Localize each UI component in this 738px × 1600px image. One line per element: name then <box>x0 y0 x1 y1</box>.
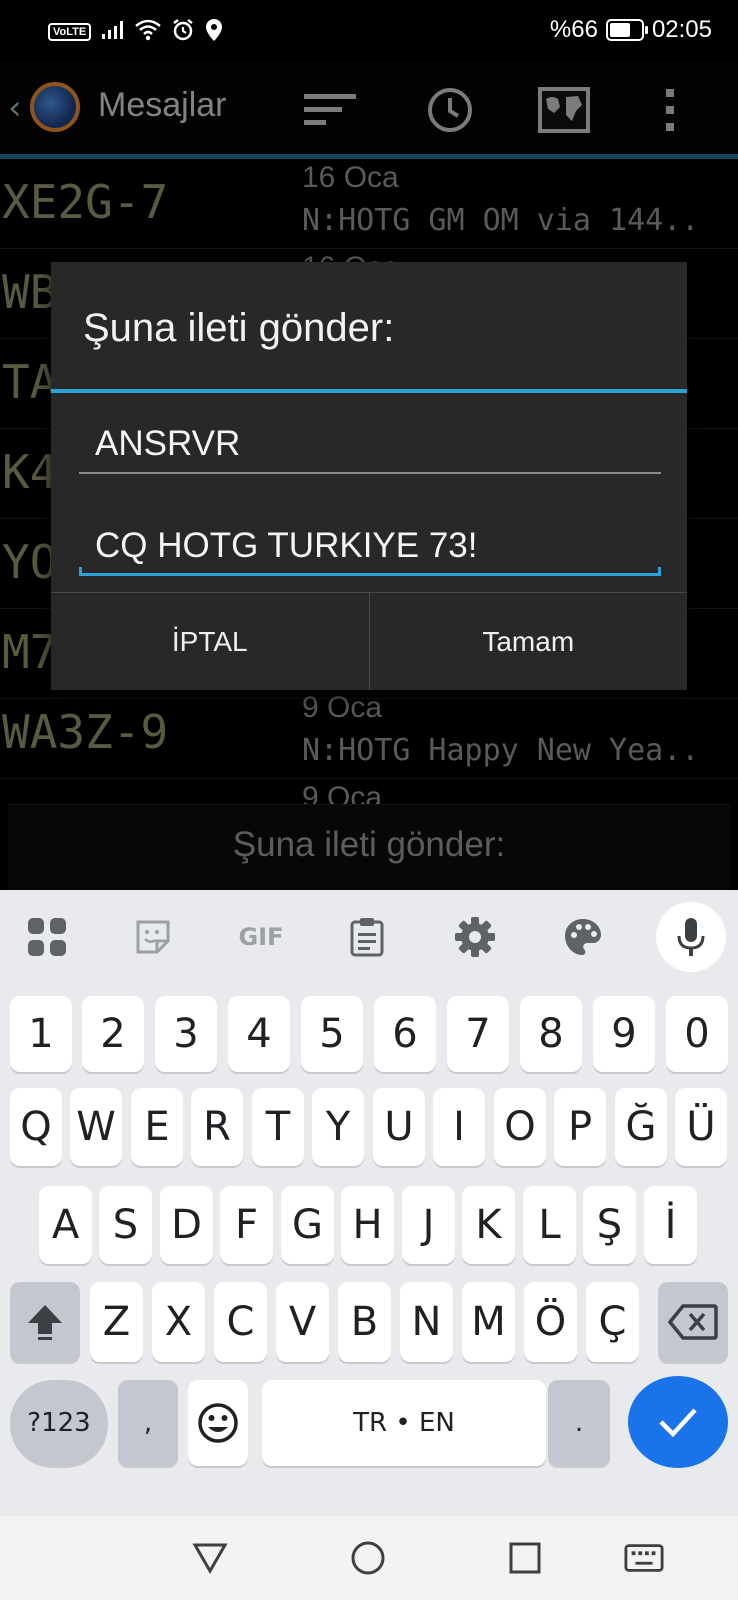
recipient-field[interactable]: ANSRVR <box>79 416 661 474</box>
alarm-icon <box>171 18 195 46</box>
enter-key[interactable] <box>628 1376 728 1468</box>
key-4[interactable]: 4 <box>228 996 290 1072</box>
volte-badge: VoLTE <box>48 23 92 41</box>
message-underline <box>79 567 661 576</box>
key-y[interactable]: Y <box>312 1088 364 1166</box>
key-w[interactable]: W <box>70 1088 122 1166</box>
key-t[interactable]: T <box>252 1088 304 1166</box>
key-r[interactable]: R <box>191 1088 243 1166</box>
key-c[interactable]: C <box>214 1282 267 1362</box>
key-8[interactable]: 8 <box>520 996 582 1072</box>
key-u-umlaut[interactable]: Ü <box>675 1088 727 1166</box>
key-o-umlaut[interactable]: Ö <box>524 1282 577 1362</box>
checkmark-icon <box>659 1408 697 1438</box>
keyboard-toolbar: GIF <box>0 890 738 982</box>
dialog-title-divider <box>51 389 687 393</box>
recents-square-icon[interactable] <box>505 1538 545 1578</box>
key-x[interactable]: X <box>152 1282 205 1362</box>
soft-keyboard: GIF 1 2 3 4 5 6 7 8 9 0 Q W E R T Y U I … <box>0 890 738 1516</box>
key-9[interactable]: 9 <box>593 996 655 1072</box>
key-v[interactable]: V <box>276 1282 329 1362</box>
backspace-key[interactable] <box>658 1282 728 1362</box>
battery-icon <box>605 19 648 41</box>
palette-icon[interactable] <box>548 902 618 972</box>
recipient-underline <box>79 472 661 474</box>
key-s[interactable]: S <box>99 1186 152 1264</box>
key-3[interactable]: 3 <box>155 996 217 1072</box>
key-h[interactable]: H <box>341 1186 394 1264</box>
key-s-cedilla[interactable]: Ş <box>583 1186 636 1264</box>
key-o[interactable]: O <box>494 1088 546 1166</box>
emoji-icon <box>198 1403 238 1443</box>
key-z[interactable]: Z <box>90 1282 143 1362</box>
key-7[interactable]: 7 <box>447 996 509 1072</box>
key-i-dotless[interactable]: I <box>433 1088 485 1166</box>
wifi-icon <box>135 19 162 45</box>
send-message-dialog: Şuna ileti gönder: ANSRVR CQ HOTG TURKIY… <box>51 262 687 690</box>
gif-button[interactable]: GIF <box>226 902 296 972</box>
key-e[interactable]: E <box>131 1088 183 1166</box>
key-6[interactable]: 6 <box>374 996 436 1072</box>
shift-icon <box>28 1305 62 1340</box>
key-c-cedilla[interactable]: Ç <box>586 1282 639 1362</box>
navigation-bar <box>0 1516 738 1600</box>
symbols-key[interactable]: ?123 <box>10 1380 108 1466</box>
comma-key[interactable]: , <box>118 1380 178 1466</box>
key-5[interactable]: 5 <box>301 996 363 1072</box>
key-a[interactable]: A <box>39 1186 92 1264</box>
key-i-dotted[interactable]: İ <box>644 1186 697 1264</box>
emoji-key[interactable] <box>188 1380 248 1466</box>
backspace-icon <box>668 1304 718 1340</box>
back-triangle-icon[interactable] <box>190 1538 230 1578</box>
cancel-button[interactable]: İPTAL <box>51 593 369 690</box>
key-2[interactable]: 2 <box>82 996 144 1072</box>
key-q[interactable]: Q <box>10 1088 62 1166</box>
message-field[interactable]: CQ HOTG TURKIYE 73! <box>79 518 661 576</box>
clipboard-icon[interactable] <box>332 902 402 972</box>
key-m[interactable]: M <box>462 1282 515 1362</box>
recipient-value: ANSRVR <box>95 424 241 463</box>
key-1[interactable]: 1 <box>10 996 72 1072</box>
dialog-buttons: İPTAL Tamam <box>51 592 687 690</box>
dialog-title: Şuna ileti gönder: <box>83 306 395 350</box>
key-g-breve[interactable]: Ğ <box>615 1088 667 1166</box>
apps-grid-icon[interactable] <box>12 902 82 972</box>
microphone-icon[interactable] <box>656 902 726 972</box>
status-bar: VoLTE %66 02:05 <box>0 0 738 62</box>
ok-button[interactable]: Tamam <box>368 593 688 690</box>
key-p[interactable]: P <box>554 1088 606 1166</box>
home-circle-icon[interactable] <box>348 1538 388 1578</box>
battery-percent: %66 <box>549 16 598 43</box>
signal-icon <box>101 20 125 44</box>
keyboard-switch-icon[interactable] <box>624 1538 664 1578</box>
key-j[interactable]: J <box>402 1186 455 1264</box>
key-0[interactable]: 0 <box>666 996 728 1072</box>
clock-time: 02:05 <box>651 16 712 43</box>
key-l[interactable]: L <box>523 1186 576 1264</box>
shift-key[interactable] <box>10 1282 80 1362</box>
key-g[interactable]: G <box>281 1186 334 1264</box>
settings-gear-icon[interactable] <box>440 902 510 972</box>
sticker-icon[interactable] <box>118 902 188 972</box>
period-key[interactable]: . <box>548 1380 610 1466</box>
key-f[interactable]: F <box>220 1186 273 1264</box>
key-b[interactable]: B <box>338 1282 391 1362</box>
location-icon <box>205 18 223 46</box>
message-value: CQ HOTG TURKIYE 73! <box>95 526 478 565</box>
key-k[interactable]: K <box>462 1186 515 1264</box>
key-u[interactable]: U <box>373 1088 425 1166</box>
space-key[interactable]: TR • EN <box>262 1380 546 1466</box>
key-n[interactable]: N <box>400 1282 453 1362</box>
key-d[interactable]: D <box>160 1186 213 1264</box>
